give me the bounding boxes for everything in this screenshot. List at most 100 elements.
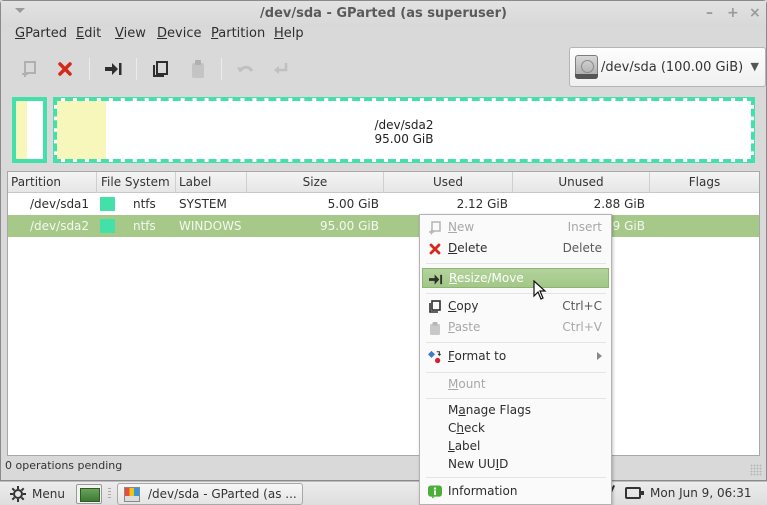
mouse-cursor-icon	[533, 280, 547, 300]
filesystem-color-swatch	[100, 197, 115, 211]
label-part: M	[448, 403, 459, 417]
delete-icon	[58, 62, 72, 76]
menu-separator	[426, 342, 606, 343]
column-header-used[interactable]: Used	[384, 172, 513, 193]
taskbar-window-button[interactable]: /dev/sda - GParted (as ...	[117, 483, 303, 505]
apply-button[interactable]	[269, 57, 293, 81]
undo-button[interactable]	[233, 57, 257, 81]
menu-item-label: Check	[448, 421, 485, 435]
context-menu-manage-flags[interactable]: Manage Flags	[422, 401, 609, 421]
title-bar[interactable]: /dev/sda - GParted (as superuser) – + ×	[1, 1, 766, 27]
panel-grip[interactable]	[108, 488, 111, 500]
graph-partition-label: /dev/sda2 95.00 GiB	[57, 118, 751, 146]
resize-grip[interactable]	[750, 464, 762, 476]
graph-partition-sda1[interactable]	[12, 97, 47, 163]
graph-partition-sda2[interactable]: /dev/sda2 95.00 GiB	[53, 97, 755, 163]
mnemonic: M	[448, 377, 459, 391]
menu-item-accelerator: Ctrl+V	[562, 320, 602, 334]
context-menu-information[interactable]: Information	[422, 482, 609, 502]
start-menu-button[interactable]: Menu	[10, 484, 65, 504]
menu-device[interactable]: Device	[157, 26, 201, 41]
label-part: esize/Move	[456, 271, 524, 285]
menu-help[interactable]: Help	[274, 26, 304, 41]
menu-separator	[426, 263, 606, 264]
menu-partition[interactable]: Partition	[211, 26, 265, 41]
menu-separator	[426, 293, 606, 294]
menu-item-label: Delete	[448, 241, 487, 255]
menu-item-label: Paste	[448, 320, 480, 334]
context-menu-format-to[interactable]: Format to	[422, 347, 609, 367]
context-menu-check[interactable]: Check	[422, 419, 609, 439]
used-space-bar	[16, 101, 28, 159]
label-part: ew	[456, 220, 475, 234]
minimize-button[interactable]: –	[706, 5, 713, 21]
menu-view[interactable]: View	[115, 26, 146, 41]
cell-label: SYSTEM	[179, 197, 227, 211]
resize-move-button[interactable]	[101, 57, 125, 81]
context-menu-copy[interactable]: Copy Ctrl+C	[422, 297, 609, 317]
column-header-label[interactable]: Label	[176, 172, 247, 193]
mnemonic: G	[15, 26, 26, 41]
device-selector[interactable]: /dev/sda (100.00 GiB) ▼	[569, 47, 766, 87]
resize-move-icon	[429, 272, 443, 286]
battery-icon[interactable]	[625, 487, 644, 499]
gear-icon	[10, 486, 26, 502]
paste-button[interactable]	[186, 57, 210, 81]
menu-item-accelerator: Ctrl+C	[562, 299, 602, 313]
menu-label: dit	[84, 26, 102, 41]
label-part: abel	[454, 439, 481, 453]
filesystem-color-swatch	[100, 219, 115, 233]
new-partition-icon	[428, 221, 442, 235]
column-header-size[interactable]: Size	[247, 172, 384, 193]
menu-item-label: Resize/Move	[449, 271, 524, 285]
label-part: D	[499, 457, 509, 471]
menu-item-label: Format to	[448, 349, 506, 363]
paste-icon	[192, 60, 204, 78]
maximize-button[interactable]: +	[727, 5, 739, 21]
new-partition-button[interactable]	[17, 57, 41, 81]
gparted-window: /dev/sda - GParted (as superuser) – + × …	[0, 0, 767, 481]
partition-table: Partition File System Label Size Used Un…	[7, 171, 760, 456]
column-header-unused[interactable]: Unused	[513, 172, 650, 193]
mnemonic: R	[449, 271, 457, 285]
gparted-app-icon	[124, 487, 140, 502]
toolbar-separator	[221, 58, 222, 80]
mnemonic: P	[448, 320, 455, 334]
taskbar: Menu /dev/sda - GParted (as ... Mon Jun …	[0, 481, 767, 505]
show-desktop-button[interactable]	[76, 484, 102, 504]
cell-unused: 9 GiB	[612, 219, 645, 233]
menu-item-label: New UUID	[448, 457, 508, 471]
context-menu-label[interactable]: Label	[422, 437, 609, 457]
hard-disk-icon	[575, 55, 598, 79]
undo-icon	[237, 65, 254, 73]
cell-size: 5.00 GiB	[327, 197, 379, 211]
label-part: nage Flags	[465, 403, 531, 417]
taskbar-window-label: /dev/sda - GParted (as ...	[148, 487, 297, 501]
toolbar-separator	[89, 58, 90, 80]
context-menu-new[interactable]: New Insert	[422, 218, 609, 238]
context-menu-mount[interactable]: Mount	[422, 375, 609, 395]
delete-button[interactable]	[53, 57, 77, 81]
label-part: eck	[464, 421, 485, 435]
table-row-selected[interactable]: /dev/sda2 ntfs WINDOWS 95.00 GiB 9 GiB	[8, 215, 759, 237]
context-menu-delete[interactable]: Delete Delete	[422, 239, 609, 259]
mnemonic: H	[274, 26, 284, 41]
close-button[interactable]: ×	[749, 5, 761, 21]
apply-icon	[274, 63, 288, 74]
column-header-partition[interactable]: Partition	[8, 172, 97, 193]
column-header-filesystem[interactable]: File System	[97, 172, 176, 193]
context-menu-new-uuid[interactable]: New UUID	[422, 455, 609, 475]
mnemonic: a	[458, 403, 466, 417]
context-menu-paste[interactable]: Paste Ctrl+V	[422, 318, 609, 338]
menu-gparted[interactable]: GParted	[15, 26, 67, 41]
context-menu-resize-move[interactable]: Resize/Move	[422, 268, 609, 288]
delete-icon	[428, 242, 442, 256]
label-part: New UU	[448, 457, 496, 471]
menu-edit[interactable]: Edit	[76, 26, 101, 41]
cell-filesystem: ntfs	[133, 219, 156, 233]
copy-button[interactable]	[148, 57, 172, 81]
menu-separator	[426, 372, 606, 373]
clock[interactable]: Mon Jun 9, 06:31	[650, 486, 752, 500]
table-row[interactable]: /dev/sda1 ntfs SYSTEM 5.00 GiB 2.12 GiB …	[8, 193, 759, 215]
column-header-flags[interactable]: Flags	[650, 172, 759, 193]
